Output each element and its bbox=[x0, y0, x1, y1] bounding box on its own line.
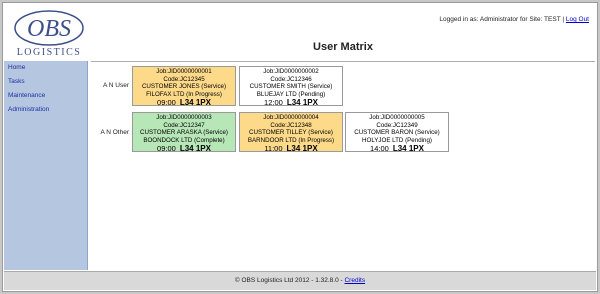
job-company: BOONDOCK LTD (Complete) bbox=[143, 136, 225, 144]
app-frame: OBS LOGISTICS Logged in as: Administrato… bbox=[2, 2, 598, 292]
obs-logistics-logo: OBS LOGISTICS bbox=[7, 7, 91, 59]
job-company: BARNDOOR LTD (In Progress) bbox=[247, 136, 335, 144]
job-card[interactable]: Job:JID0000000003 Code:JC12347 CUSTOMER … bbox=[132, 112, 236, 153]
sidebar-item-administration[interactable]: Administration bbox=[4, 103, 87, 117]
job-time-postcode: 14:00 L34 1PX bbox=[346, 144, 448, 153]
logout-link[interactable]: Log Out bbox=[566, 16, 589, 23]
job-time-postcode: 09:00 L34 1PX bbox=[133, 98, 235, 107]
job-customer: CUSTOMER ARASKA (Service) bbox=[140, 129, 228, 137]
job-postcode: L34 1PX bbox=[179, 144, 211, 154]
row-label-a-n-user: A N User bbox=[102, 82, 129, 89]
sidebar-item-tasks[interactable]: Tasks bbox=[4, 75, 87, 89]
job-customer: CUSTOMER BARON (Service) bbox=[354, 129, 440, 137]
credits-link[interactable]: Credits bbox=[344, 277, 365, 284]
job-time: 12:00 bbox=[264, 98, 283, 108]
job-time-postcode: 09:00 L34 1PX bbox=[133, 144, 235, 153]
job-time: 09:00 bbox=[157, 144, 176, 154]
sidebar-item-home[interactable]: Home bbox=[4, 61, 87, 75]
sidebar-item-maintenance[interactable]: Maintenance bbox=[4, 89, 87, 103]
job-company: FILOFAX LTD (In Progress) bbox=[146, 90, 222, 98]
page-title: User Matrix bbox=[313, 41, 373, 53]
job-postcode: L34 1PX bbox=[392, 144, 424, 154]
job-time: 14:00 bbox=[370, 144, 389, 154]
job-customer: CUSTOMER TILLEY (Service) bbox=[249, 129, 333, 137]
logo-bottom-text: LOGISTICS bbox=[17, 47, 82, 58]
login-text: Logged in as: Administrator for Site: TE… bbox=[439, 16, 565, 23]
job-code: Code:JC12345 bbox=[163, 75, 205, 83]
job-id: Job:JID0000000001 bbox=[156, 68, 212, 75]
login-status: Logged in as: Administrator for Site: TE… bbox=[439, 16, 589, 23]
logo-top-text: OBS bbox=[27, 16, 71, 42]
header: Logged in as: Administrator for Site: TE… bbox=[91, 5, 595, 62]
job-time: 09:00 bbox=[157, 98, 176, 108]
job-code: Code:JC12349 bbox=[376, 121, 418, 129]
job-company: BLUEJAY LTD (Pending) bbox=[256, 90, 326, 98]
job-time-postcode: 12:00 L34 1PX bbox=[240, 98, 342, 107]
job-card[interactable]: Job:JID0000000001 Code:JC12345 CUSTOMER … bbox=[132, 66, 236, 107]
job-id: Job:JID0000000003 bbox=[156, 114, 212, 121]
job-postcode: L34 1PX bbox=[286, 144, 318, 154]
footer-text: © OBS Logistics Ltd 2012 - 1.32.8.0 - bbox=[234, 277, 343, 284]
job-company: HOLYJOE LTD (Pending) bbox=[362, 136, 432, 144]
job-id: Job:JID0000000002 bbox=[263, 68, 319, 75]
job-id: Job:JID0000000004 bbox=[263, 114, 319, 121]
job-time-postcode: 11:00 L34 1PX bbox=[240, 144, 342, 153]
job-customer: CUSTOMER SMITH (Service) bbox=[249, 83, 333, 91]
job-code: Code:JC12347 bbox=[163, 121, 205, 129]
job-id: Job:JID0000000005 bbox=[369, 114, 425, 121]
job-code: Code:JC12348 bbox=[270, 121, 312, 129]
job-card[interactable]: Job:JID0000000004 Code:JC12348 CUSTOMER … bbox=[239, 112, 343, 153]
sidebar: Home Tasks Maintenance Administration bbox=[4, 61, 88, 270]
job-postcode: L34 1PX bbox=[286, 98, 318, 108]
footer: © OBS Logistics Ltd 2012 - 1.32.8.0 - Cr… bbox=[4, 271, 596, 290]
job-card[interactable]: Job:JID0000000002 Code:JC12346 CUSTOMER … bbox=[239, 66, 343, 107]
job-time: 11:00 bbox=[264, 144, 283, 154]
job-customer: CUSTOMER JONES (Service) bbox=[141, 83, 227, 91]
user-matrix: A N User A N Other Job:JID0000000001 Cod… bbox=[89, 61, 595, 270]
job-code: Code:JC12346 bbox=[270, 75, 312, 83]
job-card[interactable]: Job:JID0000000005 Code:JC12349 CUSTOMER … bbox=[345, 112, 449, 153]
job-postcode: L34 1PX bbox=[179, 98, 211, 108]
row-label-a-n-other: A N Other bbox=[100, 129, 129, 136]
